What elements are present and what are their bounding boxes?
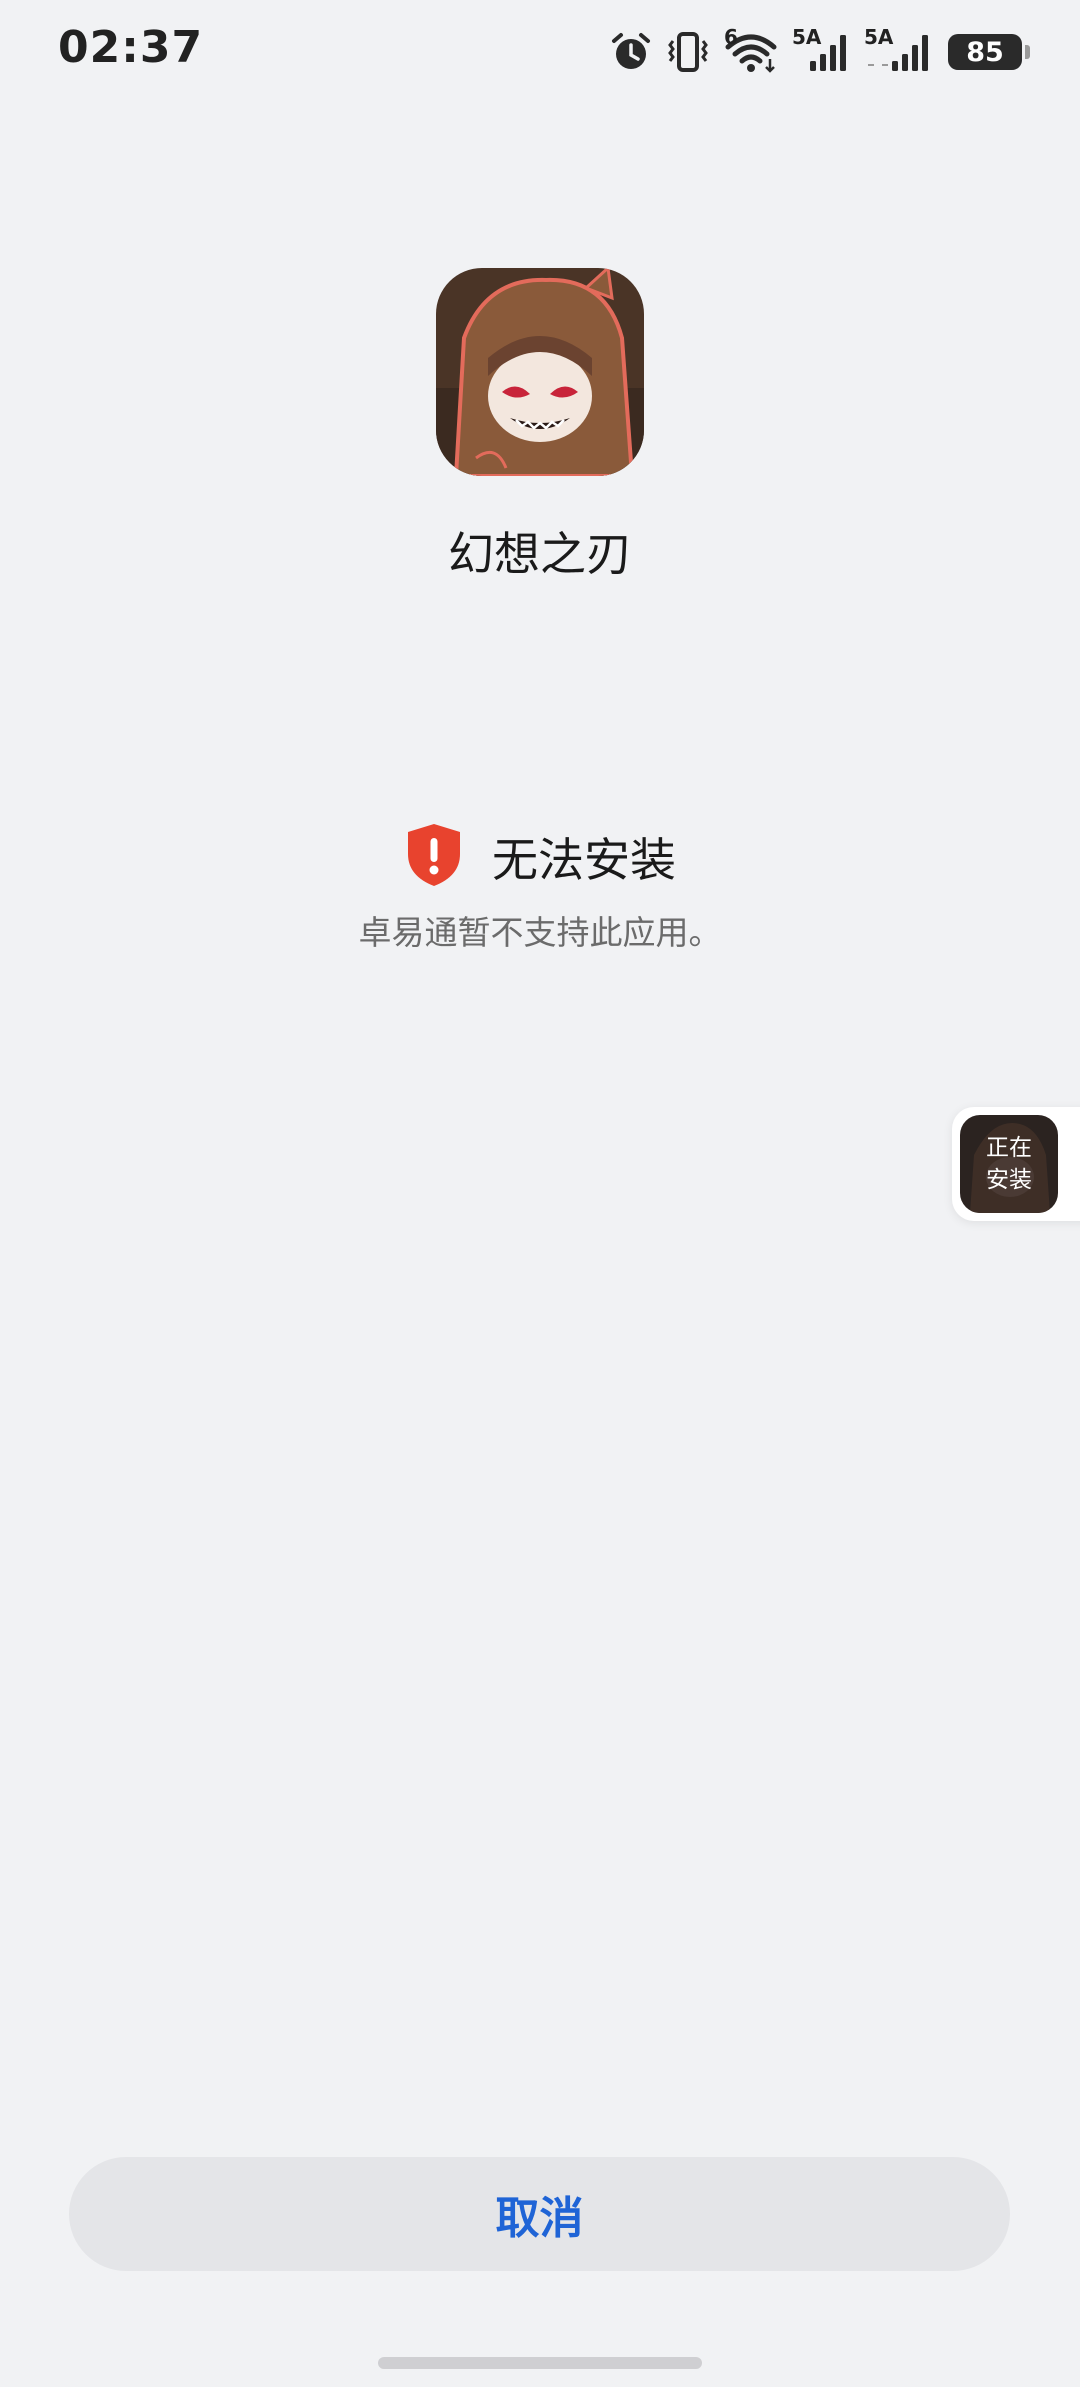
alarm-icon [610,31,652,73]
status-time: 02:37 [58,22,204,73]
installing-label: 正在 安装 [986,1135,1032,1193]
signal-sim2-icon: 5A [864,25,934,73]
app-name: 幻想之刃 [448,527,632,581]
error-title: 无法安装 [492,833,676,887]
cancel-button[interactable]: 取消 [69,2157,1010,2271]
battery-level: 85 [966,36,1004,68]
wifi-badge: 6 [724,25,738,49]
shield-alert-icon [404,822,464,892]
installing-float-badge[interactable]: 正在 安装 [952,1107,1080,1221]
sim2-tag: 5A [864,25,894,49]
sim1-tag: 5A [792,25,822,49]
battery-icon: 85 [948,34,1030,70]
signal-sim1-icon: 5A [792,25,850,73]
install-error: 无法安装 [0,822,1080,892]
error-description: 卓易通暂不支持此应用。 [358,913,722,952]
wifi-icon: 6 [724,25,778,73]
status-bar: 02:37 6 5A 5A 85 [0,0,1080,104]
vibrate-icon [666,31,710,73]
app-icon [436,268,644,476]
status-icons: 6 5A 5A 85 [610,25,1030,78]
home-indicator[interactable] [378,2357,702,2369]
